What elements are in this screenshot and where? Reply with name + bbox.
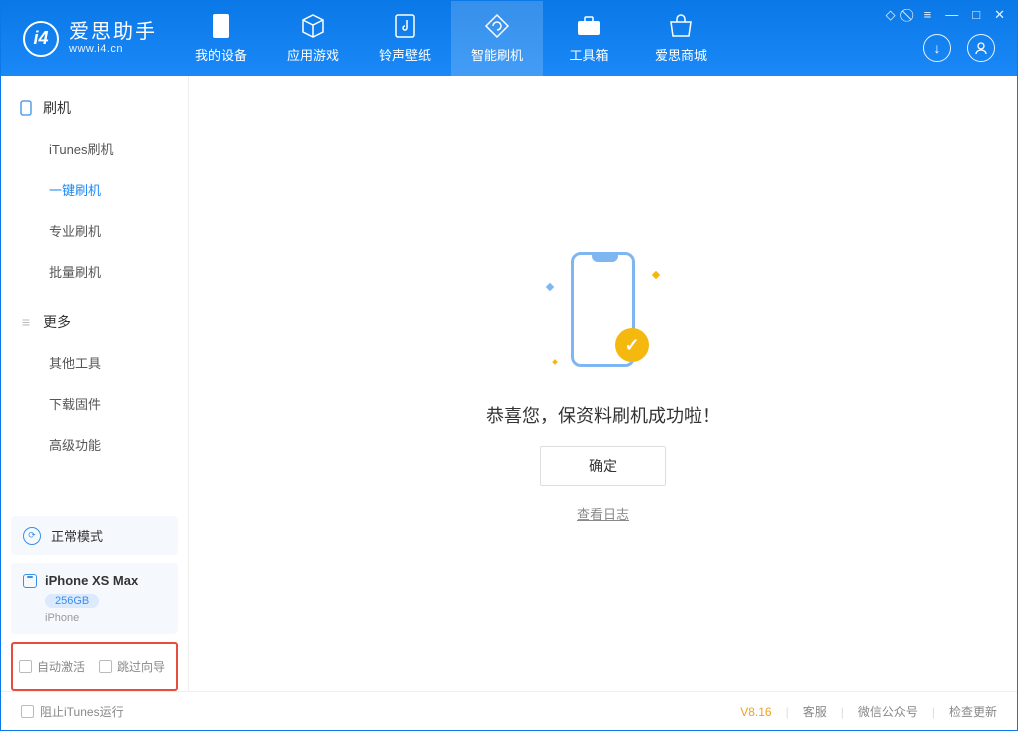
sidebar-item-other-tools[interactable]: 其他工具: [1, 342, 188, 383]
sidebar-group-flash: 刷机: [1, 88, 188, 128]
footer-link-check-update[interactable]: 检查更新: [949, 703, 997, 720]
refresh-icon: [484, 13, 510, 39]
tab-apps-games[interactable]: 应用游戏: [267, 1, 359, 76]
tab-label: 我的设备: [195, 45, 247, 64]
minimize-button[interactable]: —: [945, 7, 958, 23]
checkbox-auto-activate[interactable]: 自动激活: [19, 658, 85, 675]
tab-ringtones[interactable]: 铃声壁纸: [359, 1, 451, 76]
main-tabs: 我的设备 应用游戏 铃声壁纸 智能刷机 工具箱: [175, 1, 727, 76]
app-subtitle: www.i4.cn: [69, 43, 157, 55]
sidebar-item-itunes-flash[interactable]: iTunes刷机: [1, 128, 188, 169]
header-right-icons: ↓: [923, 34, 995, 62]
tab-label: 铃声壁纸: [379, 45, 431, 64]
tab-label: 应用游戏: [287, 45, 339, 64]
check-badge-icon: ✓: [615, 328, 649, 362]
checkbox-icon: [19, 660, 32, 673]
mode-label: 正常模式: [51, 526, 103, 545]
tab-label: 爱思商城: [655, 45, 707, 64]
device-capacity: 256GB: [45, 594, 99, 608]
tab-my-device[interactable]: 我的设备: [175, 1, 267, 76]
sidebar-item-one-click-flash[interactable]: 一键刷机: [1, 169, 188, 210]
window-controls-top: ◇ ⃠ ≡ — □ ✕: [886, 7, 1005, 23]
app-logo: i4 爱思助手 www.i4.cn: [1, 21, 175, 57]
sidebar-group-more: ≡ 更多: [1, 302, 188, 342]
sidebar: 刷机 iTunes刷机 一键刷机 专业刷机 批量刷机 ≡ 更多 其他工具 下载固…: [1, 76, 189, 691]
toolbox-icon: [576, 13, 602, 39]
list-icon: ≡: [19, 315, 33, 329]
music-icon: [392, 13, 418, 39]
app-title: 爱思助手: [69, 21, 157, 43]
logo-icon: i4: [23, 21, 59, 57]
menu-icon[interactable]: ≡: [924, 7, 932, 23]
phone-icon: [19, 101, 33, 115]
device-name: iPhone XS Max: [45, 573, 138, 588]
device-type: iPhone: [45, 612, 166, 624]
sidebar-item-pro-flash[interactable]: 专业刷机: [1, 210, 188, 251]
options-highlight-box: 自动激活 跳过向导: [11, 642, 178, 691]
main-content: ✓ 恭喜您，保资料刷机成功啦！ 确定 查看日志: [189, 76, 1017, 691]
close-button[interactable]: ✕: [994, 7, 1005, 23]
checkbox-icon: [99, 660, 112, 673]
tab-label: 工具箱: [569, 45, 608, 64]
sidebar-item-download-firmware[interactable]: 下载固件: [1, 383, 188, 424]
tab-flash[interactable]: 智能刷机: [451, 1, 543, 76]
download-icon[interactable]: ↓: [923, 34, 951, 62]
sidebar-item-batch-flash[interactable]: 批量刷机: [1, 251, 188, 292]
sidebar-item-advanced[interactable]: 高级功能: [1, 424, 188, 465]
device-card[interactable]: iPhone XS Max 256GB iPhone: [11, 563, 178, 634]
success-message: 恭喜您，保资料刷机成功啦！: [486, 402, 720, 428]
group-title: 刷机: [43, 98, 71, 118]
shirt-icon[interactable]: ◇: [886, 7, 896, 23]
tab-label: 智能刷机: [471, 45, 523, 64]
app-header: i4 爱思助手 www.i4.cn 我的设备 应用游戏 铃声壁纸: [1, 1, 1017, 76]
checkbox-skip-guide[interactable]: 跳过向导: [99, 658, 165, 675]
checkbox-label: 阻止iTunes运行: [40, 703, 124, 720]
checkbox-block-itunes[interactable]: 阻止iTunes运行: [21, 703, 124, 720]
checkbox-label: 跳过向导: [117, 658, 165, 675]
mode-card[interactable]: ⟳ 正常模式: [11, 516, 178, 555]
ok-button[interactable]: 确定: [540, 446, 666, 486]
device-icon: [23, 574, 37, 588]
user-icon[interactable]: [967, 34, 995, 62]
mode-icon: ⟳: [23, 527, 41, 545]
tab-toolbox[interactable]: 工具箱: [543, 1, 635, 76]
success-illustration: ✓: [543, 244, 663, 384]
device-icon: [208, 13, 234, 39]
maximize-button[interactable]: □: [972, 7, 980, 23]
version-label: V8.16: [740, 705, 771, 719]
checkbox-label: 自动激活: [37, 658, 85, 675]
footer-link-support[interactable]: 客服: [803, 703, 827, 720]
footer-link-wechat[interactable]: 微信公众号: [858, 703, 918, 720]
group-title: 更多: [43, 312, 71, 332]
checkbox-icon: [21, 705, 34, 718]
shop-icon: [668, 13, 694, 39]
view-log-link[interactable]: 查看日志: [577, 504, 629, 523]
tab-shop[interactable]: 爱思商城: [635, 1, 727, 76]
footer: 阻止iTunes运行 V8.16 | 客服 | 微信公众号 | 检查更新: [1, 691, 1017, 731]
cube-icon: [300, 13, 326, 39]
